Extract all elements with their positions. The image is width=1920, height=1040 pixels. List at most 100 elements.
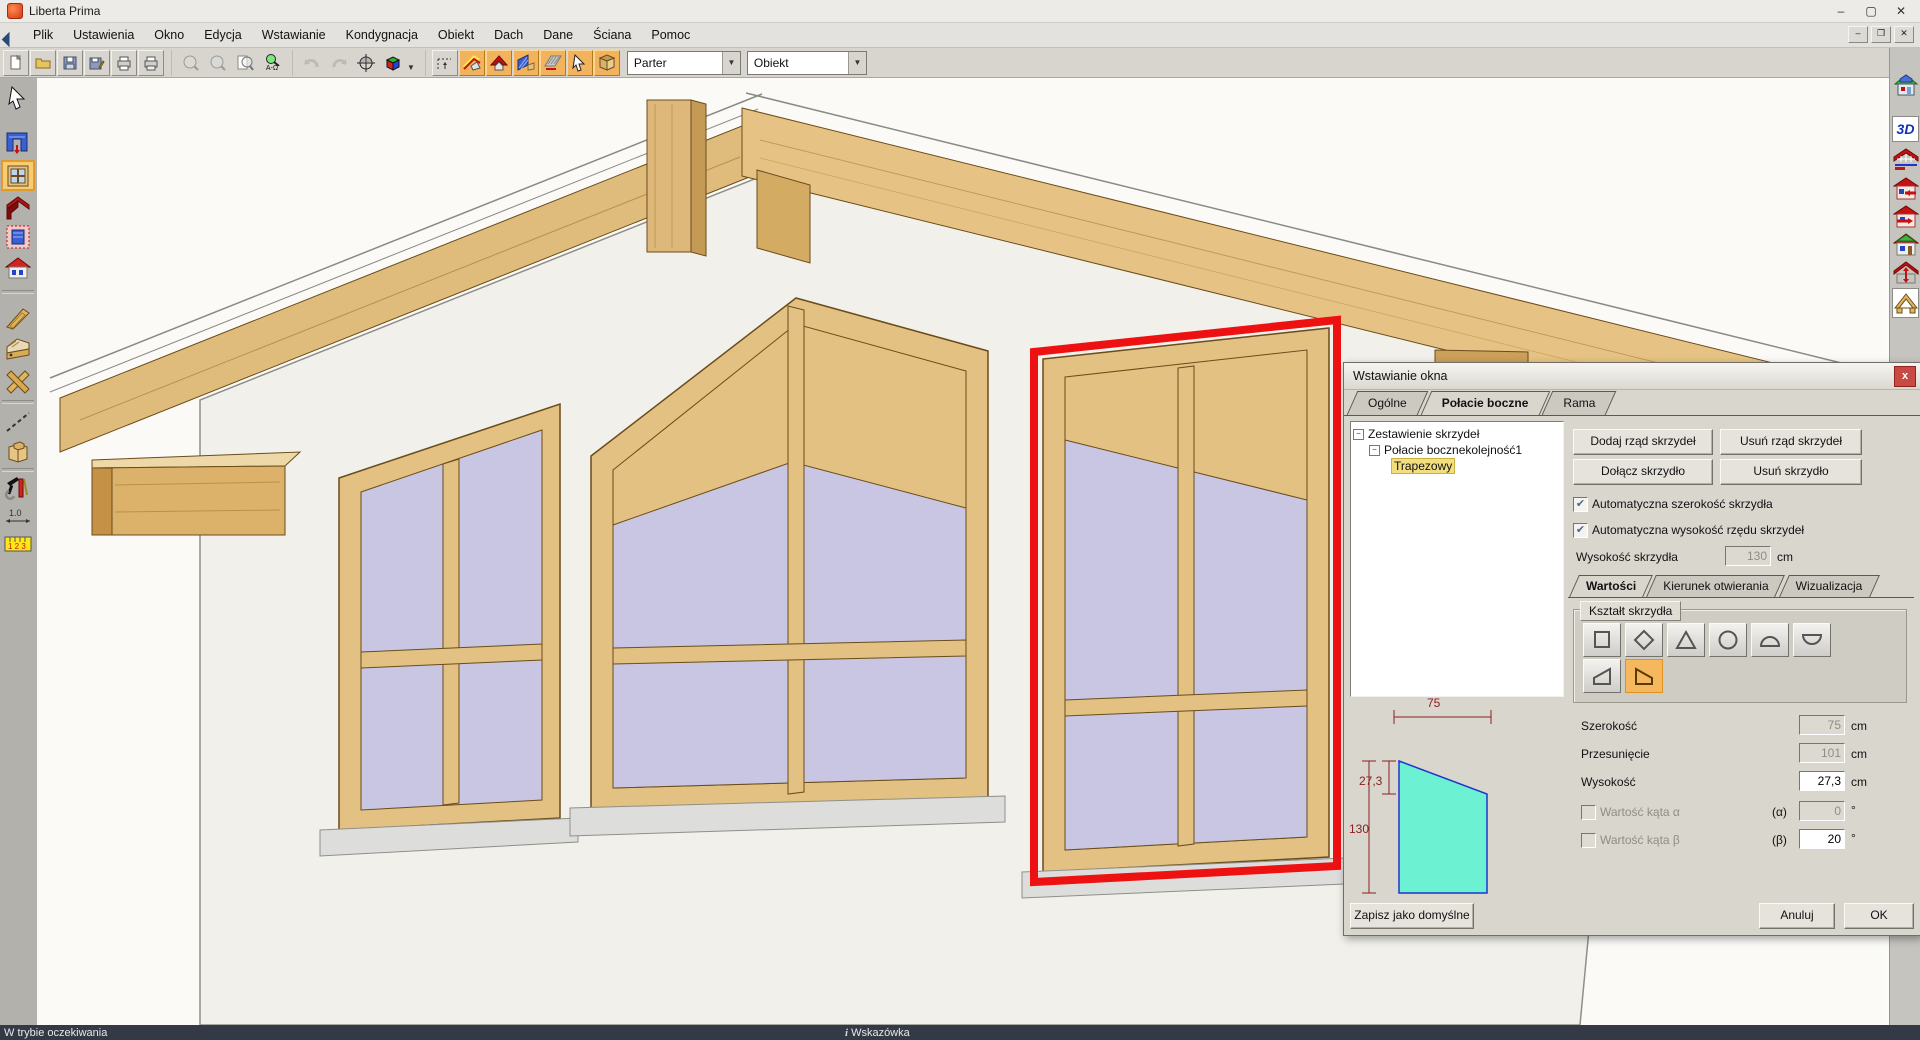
- angle-beta-checkbox[interactable]: [1581, 833, 1596, 848]
- maximize-button[interactable]: ▢: [1856, 1, 1886, 21]
- tab-ogolne[interactable]: Ogólne: [1352, 391, 1423, 415]
- house-arrow-left-button[interactable]: [1892, 176, 1919, 202]
- print-preview-button[interactable]: [138, 50, 164, 76]
- roof-hatch-grey-button[interactable]: [540, 50, 566, 76]
- menu-kondygnacja[interactable]: Kondygnacja: [336, 23, 428, 47]
- tab-wartosci[interactable]: Wartości: [1574, 575, 1648, 597]
- remove-sash-button[interactable]: Usuń skrzydło: [1720, 459, 1862, 485]
- shape-arch-bottom-button[interactable]: [1793, 623, 1831, 657]
- tab-rama[interactable]: Rama: [1547, 391, 1611, 415]
- open-folder-button[interactable]: [30, 50, 56, 76]
- tree-child[interactable]: −Połacie bocznekolejność1: [1369, 442, 1561, 458]
- wall-tool[interactable]: [3, 128, 33, 155]
- truss-view-button[interactable]: [1892, 288, 1919, 318]
- shape-rectangle-button[interactable]: [1583, 623, 1621, 657]
- tools-settings[interactable]: [3, 474, 33, 501]
- angle-beta-field[interactable]: 20: [1799, 829, 1845, 849]
- mdi-close-button[interactable]: ✕: [1894, 26, 1914, 43]
- tree-collapse-icon[interactable]: −: [1369, 445, 1380, 456]
- beam-tool[interactable]: [3, 304, 33, 331]
- dimension-button[interactable]: [432, 50, 458, 76]
- truss-tool[interactable]: [3, 368, 33, 395]
- tree-root[interactable]: −Zestawienie skrzydeł: [1353, 426, 1561, 442]
- shape-arch-top-button[interactable]: [1751, 623, 1789, 657]
- shape-triangle-button[interactable]: [1667, 623, 1705, 657]
- auto-width-checkbox[interactable]: ✔: [1573, 497, 1588, 512]
- menu-edycja[interactable]: Edycja: [194, 23, 252, 47]
- mdi-restore-button[interactable]: ❐: [1871, 26, 1891, 43]
- menu-dach[interactable]: Dach: [484, 23, 533, 47]
- cancel-button[interactable]: Anuluj: [1759, 903, 1835, 929]
- sash-tree-panel[interactable]: −Zestawienie skrzydeł −Połacie bocznekol…: [1350, 421, 1564, 697]
- opening-tool[interactable]: [3, 223, 33, 250]
- auto-height-checkbox[interactable]: ✔: [1573, 523, 1588, 538]
- select-cursor-tool[interactable]: [3, 84, 33, 111]
- pointer-button[interactable]: [567, 50, 593, 76]
- window-tool-selected[interactable]: [1, 160, 35, 191]
- menu-obiekt[interactable]: Obiekt: [428, 23, 484, 47]
- add-sash-row-button[interactable]: Dodaj rząd skrzydeł: [1573, 429, 1713, 455]
- menu-wstawianie[interactable]: Wstawianie: [252, 23, 336, 47]
- tree-collapse-icon[interactable]: −: [1353, 429, 1364, 440]
- new-file-button[interactable]: [3, 50, 29, 76]
- storey-combo-caret-icon[interactable]: ▼: [722, 52, 740, 74]
- roof-tool[interactable]: [3, 194, 33, 221]
- dialog-titlebar[interactable]: Wstawianie okna x: [1344, 363, 1920, 390]
- height-field[interactable]: 27,3: [1799, 771, 1845, 791]
- menu-dane[interactable]: Dane: [533, 23, 583, 47]
- remove-sash-row-button[interactable]: Usuń rząd skrzydeł: [1720, 429, 1862, 455]
- menu-pomoc[interactable]: Pomoc: [641, 23, 700, 47]
- view-cube-caret[interactable]: ▼: [407, 63, 415, 72]
- guide-line-tool[interactable]: [3, 408, 33, 435]
- mode-combo-caret-icon[interactable]: ▼: [848, 52, 866, 74]
- ridge-post[interactable]: [647, 100, 691, 252]
- dialog-close-icon[interactable]: x: [1894, 366, 1916, 387]
- shape-diamond-button[interactable]: [1625, 623, 1663, 657]
- close-button[interactable]: ✕: [1886, 1, 1916, 21]
- wall-corner-3d-button[interactable]: [594, 50, 620, 76]
- tab-wizualizacja[interactable]: Wizualizacja: [1784, 575, 1875, 597]
- menu-okno[interactable]: Okno: [144, 23, 194, 47]
- house-height-arrows-button[interactable]: [1892, 260, 1919, 286]
- mode-combo[interactable]: Obiekt ▼: [747, 51, 867, 75]
- building-tool[interactable]: [3, 254, 33, 281]
- render-house-button[interactable]: [1892, 72, 1919, 98]
- undo-button[interactable]: [299, 50, 325, 76]
- menu-plik[interactable]: Plik: [23, 23, 63, 47]
- left-purlin-beam[interactable]: [92, 466, 285, 535]
- zoom-page-button[interactable]: [232, 50, 258, 76]
- save-button[interactable]: [57, 50, 83, 76]
- house-green-button[interactable]: [1892, 232, 1919, 258]
- view-cube-button[interactable]: [380, 50, 406, 76]
- find-text-button[interactable]: A-Ω: [259, 50, 285, 76]
- offset-field[interactable]: 101: [1799, 743, 1845, 763]
- attach-sash-button[interactable]: Dołącz skrzydło: [1573, 459, 1713, 485]
- shape-trapezoid-left-button[interactable]: [1583, 659, 1621, 693]
- zoom-prev-button[interactable]: [178, 50, 204, 76]
- mdi-child-icon[interactable]: [2, 31, 18, 47]
- roof-frame-button[interactable]: [1892, 146, 1919, 172]
- angle-alpha-checkbox[interactable]: [1581, 805, 1596, 820]
- minimize-button[interactable]: –: [1826, 1, 1856, 21]
- storey-combo[interactable]: Parter ▼: [627, 51, 741, 75]
- roof-corner-button[interactable]: [486, 50, 512, 76]
- window-1[interactable]: [320, 404, 578, 856]
- shape-circle-button[interactable]: [1709, 623, 1747, 657]
- wall-hatch-blue-button[interactable]: [513, 50, 539, 76]
- menu-sciana[interactable]: Ściana: [583, 23, 641, 47]
- shape-trapezoid-right-button-selected[interactable]: [1625, 659, 1663, 693]
- ruler-123-tool[interactable]: 1 2 3: [3, 533, 33, 555]
- mdi-minimize-button[interactable]: –: [1848, 26, 1868, 43]
- angle-alpha-field[interactable]: 0: [1799, 801, 1845, 821]
- redo-button[interactable]: [326, 50, 352, 76]
- width-field[interactable]: 75: [1799, 715, 1845, 735]
- tab-kierunek-otwierania[interactable]: Kierunek otwierania: [1651, 575, 1780, 597]
- dimension-1-0-tool[interactable]: 1.0: [3, 506, 33, 528]
- print-button[interactable]: [111, 50, 137, 76]
- window-3-selected[interactable]: [1022, 320, 1345, 898]
- sash-height-field[interactable]: 130: [1725, 546, 1771, 566]
- view-3d-button[interactable]: 3D: [1892, 116, 1919, 142]
- tree-selected-item[interactable]: Trapezowy: [1391, 458, 1561, 474]
- plane-tool[interactable]: [3, 336, 33, 363]
- menu-ustawienia[interactable]: Ustawienia: [63, 23, 144, 47]
